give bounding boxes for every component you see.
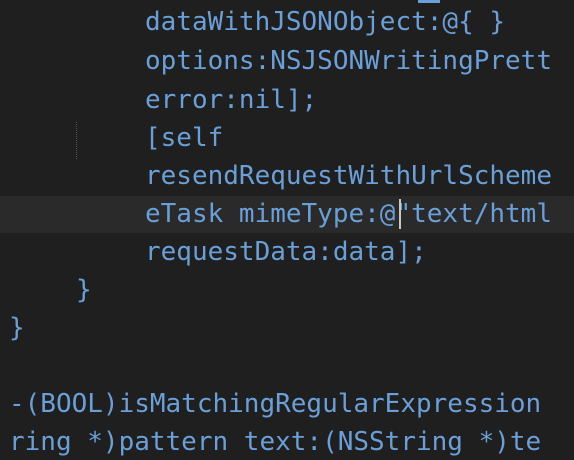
indent-guide xyxy=(76,122,77,159)
code-line-8[interactable]: } xyxy=(76,272,92,309)
code-editor[interactable]: dataWithJSONObject:@{ } options:NSJSONWr… xyxy=(0,0,574,460)
code-line-5[interactable]: resendRequestWithUrlScheme xyxy=(145,158,552,195)
text-caret xyxy=(399,199,401,229)
code-line-2[interactable]: options:NSJSONWritingPrett xyxy=(145,43,552,80)
code-line-4[interactable]: [self xyxy=(145,120,223,157)
partial-glyph-top xyxy=(418,0,440,3)
code-line-11[interactable]: -(BOOL)isMatchingRegularExpression xyxy=(9,386,541,423)
code-line-9[interactable]: } xyxy=(9,310,25,347)
code-line-6[interactable]: eTask mimeType:@"text/html xyxy=(145,196,552,233)
code-line-12[interactable]: ring *)pattern text:(NSString *)te xyxy=(9,424,541,460)
code-line-1[interactable]: dataWithJSONObject:@{ } xyxy=(145,4,505,41)
code-line-7[interactable]: requestData:data]; xyxy=(145,234,427,271)
code-line-3[interactable]: error:nil]; xyxy=(145,82,317,119)
